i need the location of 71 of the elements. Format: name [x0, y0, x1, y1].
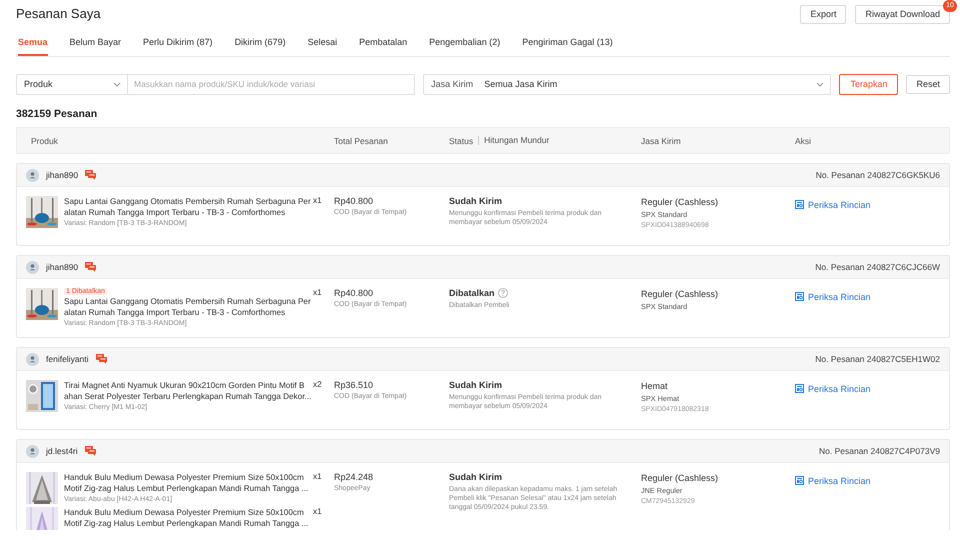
order-status: Sudah Kirim — [449, 380, 502, 390]
order-count: 382159 Pesanan — [16, 108, 98, 120]
order-total: Rp40.800 — [334, 196, 374, 206]
order-number: No. Pesanan 240827C5EH1W02 — [815, 354, 940, 364]
document-icon — [795, 384, 804, 393]
buyer-name[interactable]: jihan890 — [46, 262, 78, 272]
product-quantity: x2 — [313, 380, 322, 389]
courier-name: Reguler (Cashless) — [641, 473, 720, 483]
tab[interactable]: Pengiriman Gagal (13) — [522, 34, 613, 56]
order-total: Rp36.510 — [334, 380, 374, 390]
product-quantity: x1 — [313, 288, 322, 297]
search-type-dropdown[interactable]: Produk — [16, 74, 128, 94]
tab[interactable]: Selesai — [308, 34, 338, 56]
caret-icon — [816, 80, 824, 88]
courier-name: Hemat — [641, 381, 669, 391]
product-quantity: x1 — [313, 507, 322, 516]
column-header: Status — [449, 136, 474, 146]
document-icon — [795, 200, 804, 209]
tab[interactable]: Dikirim (679) — [234, 34, 286, 56]
details-link[interactable]: Periksa Rincian — [795, 200, 871, 210]
column-header: Total Pesanan — [334, 136, 389, 146]
product-name[interactable]: Handuk Bulu Medium Dewasa Polyester Premium Size 50x100cm Motif Zig-zag Halus Lembut Perlengkapan Mandi Rumah Tangga ... — [64, 507, 308, 529]
order-number: No. Pesanan 240827C6GK5KU6 — [816, 170, 940, 180]
column-header: Hitungan Mundur — [478, 136, 550, 145]
details-link[interactable]: Periksa Rincian — [795, 476, 871, 486]
order-status: Dibatalkan — [449, 288, 495, 298]
avatar-icon — [26, 352, 39, 366]
chat-icon[interactable] — [84, 446, 96, 456]
tab[interactable]: Pembatalan — [359, 34, 408, 56]
reset-button[interactable]: Reset — [906, 74, 950, 94]
chat-icon[interactable] — [96, 354, 107, 364]
tab[interactable]: Semua — [18, 34, 48, 56]
product-quantity: x1 — [313, 472, 322, 481]
details-link[interactable]: Periksa Rincian — [795, 384, 871, 394]
product-name[interactable]: Tirai Magnet Anti Nyamuk Ukuran 90x210cm Gorden Pintu Motif B ahan Serat Polyester Terbaru Perlengkapan Rumah Tangga Dekor... — [64, 380, 312, 402]
document-icon — [795, 292, 804, 301]
export-button[interactable]: Export — [800, 4, 846, 24]
product-name[interactable]: Sapu Lantai Ganggang Otomatis Pembersih Rumah Serbaguna Per alatan Rumah Tangga Import Terbaru - TB-3 - Comforthomes — [64, 196, 311, 218]
buyer-name[interactable]: jd.lest4ri — [46, 446, 78, 456]
tab[interactable]: Perlu Dikirim (87) — [143, 34, 213, 56]
tab[interactable]: Pengembalian (2) — [429, 34, 500, 56]
column-header: Produk — [30, 136, 59, 146]
order-number: No. Pesanan 240827C6CJC66W — [815, 262, 940, 272]
avatar-icon — [26, 168, 39, 182]
caret-icon — [113, 80, 121, 88]
order-number: No. Pesanan 240827C4P073V9 — [819, 446, 940, 456]
avatar-icon — [26, 444, 39, 458]
avatar-icon — [26, 260, 39, 274]
courier-name: Reguler (Cashless) — [641, 197, 720, 207]
order-total: Rp40.800 — [334, 288, 374, 298]
apply-button[interactable]: Terapkan — [839, 74, 898, 94]
product-name[interactable]: Sapu Lantai Ganggang Otomatis Pembersih Rumah Serbaguna Per alatan Rumah Tangga Import Terbaru - TB-3 - Comforthomes — [64, 296, 311, 318]
details-link[interactable]: Periksa Rincian — [795, 292, 871, 302]
product-name[interactable]: Handuk Bulu Medium Dewasa Polyester Premium Size 50x100cm Motif Zig-zag Halus Lembut Perlengkapan Mandi Rumah Tangga ... — [64, 472, 308, 494]
chat-icon[interactable] — [85, 170, 96, 180]
product-quantity: x1 — [313, 196, 322, 205]
help-icon — [498, 288, 508, 298]
buyer-name[interactable]: jihan890 — [46, 170, 78, 180]
buyer-name[interactable]: fenifeliyanti — [46, 354, 89, 364]
order-total: Rp24.248 — [334, 472, 374, 482]
page-title: Pesanan Saya — [16, 6, 101, 21]
order-status: Sudah Kirim — [449, 472, 502, 482]
column-header: Jasa Kirim — [641, 136, 682, 146]
courier-dropdown[interactable]: Jasa Kirim Semua Jasa Kirim — [423, 74, 832, 94]
courier-name: Reguler (Cashless) — [641, 289, 720, 299]
order-status: Sudah Kirim — [449, 196, 502, 206]
search-field[interactable]: Masukkan nama produk/SKU induk/kode variasi — [128, 74, 416, 94]
tab[interactable]: Belum Bayar — [70, 34, 122, 56]
chat-icon[interactable] — [85, 262, 96, 272]
document-icon — [795, 476, 804, 485]
column-header: Aksi — [795, 136, 812, 146]
